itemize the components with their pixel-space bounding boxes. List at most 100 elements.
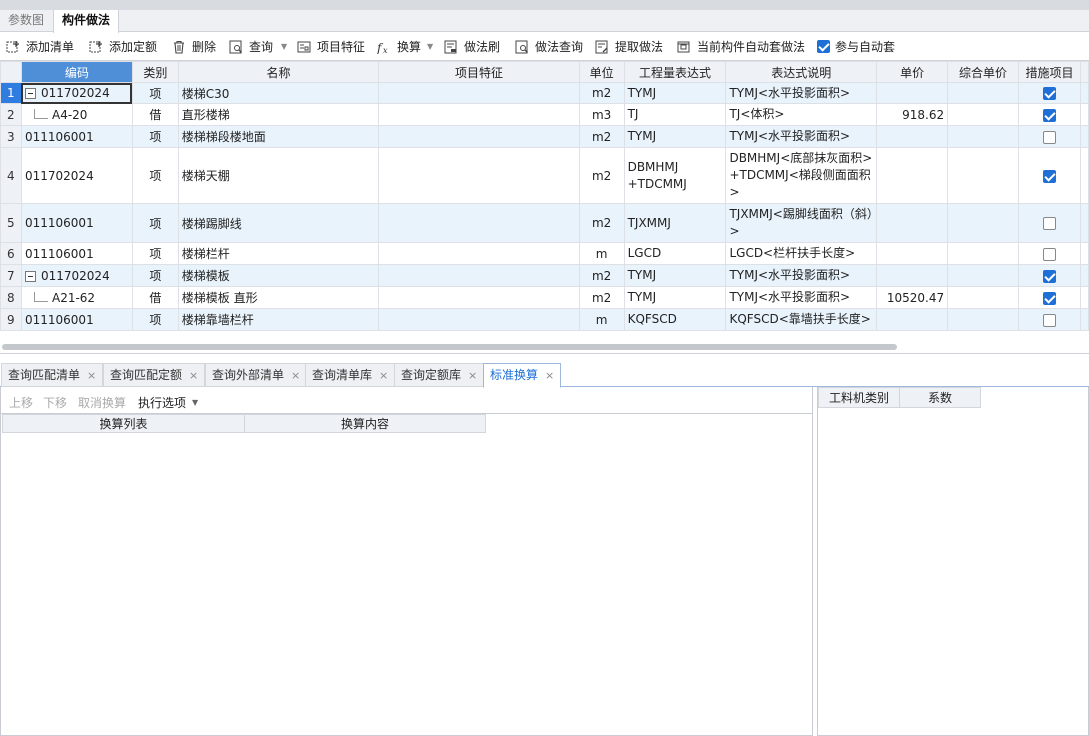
table-row[interactable]: 9 011106001 项楼梯靠墙栏杆 m KQFSCD KQFSCD<靠墙扶手长度> (0, 308, 1089, 331)
code-cell[interactable]: A21-62 (20, 286, 133, 309)
col-header-feature[interactable]: 项目特征 (378, 61, 580, 83)
col-header-convert-list[interactable]: 换算列表 (2, 414, 245, 433)
unit-cell[interactable]: m (578, 242, 625, 265)
close-icon[interactable]: × (87, 369, 96, 382)
col-header-unit[interactable]: 单位 (578, 61, 625, 83)
row-number[interactable]: 2 (0, 103, 22, 126)
expr-cell[interactable]: TJXMMJ (623, 203, 727, 243)
total-price-cell[interactable] (947, 82, 1019, 104)
code-cell[interactable]: 011702024 (20, 147, 133, 204)
unit-cell[interactable]: m2 (578, 147, 625, 204)
name-cell[interactable]: 楼梯模板 直形 (177, 286, 380, 309)
row-number[interactable]: 9 (0, 308, 22, 331)
measure-checkbox[interactable] (1042, 217, 1056, 230)
expr-cell[interactable]: DBMHMJ +TDCMMJ (623, 147, 727, 204)
measure-cell[interactable] (1018, 286, 1081, 309)
measure-checkbox[interactable] (1042, 247, 1056, 261)
row-number[interactable]: 8 (0, 286, 22, 309)
code-cell[interactable]: 011702024 (20, 82, 133, 104)
col-header-measure[interactable]: 措施项目 (1018, 61, 1081, 83)
col-header-material-category[interactable]: 工料机类别 (818, 387, 900, 408)
name-cell[interactable]: 楼梯踢脚线 (177, 203, 380, 243)
type-cell[interactable]: 项 (131, 82, 179, 104)
desc-cell[interactable]: TYMJ<水平投影面积> (725, 264, 878, 287)
type-cell[interactable]: 项 (131, 125, 179, 148)
measure-checkbox[interactable] (1042, 269, 1056, 283)
type-cell[interactable]: 借 (131, 103, 179, 126)
unit-cell[interactable]: m (578, 308, 625, 331)
table-row[interactable]: 8 A21-62 借楼梯模板 直形 m2 TYMJ TYMJ<水平投影面积> 10520.4… (0, 286, 1089, 309)
type-cell[interactable]: 项 (131, 242, 179, 265)
col-header-desc[interactable]: 表达式说明 (725, 61, 878, 83)
tab-query-external-list[interactable]: 查询外部清单 × (205, 363, 308, 387)
desc-cell[interactable]: TYMJ<水平投影面积> (725, 125, 878, 148)
price-cell[interactable] (876, 125, 949, 148)
feature-cell[interactable] (378, 82, 580, 104)
expr-cell[interactable]: TYMJ (623, 125, 727, 148)
feature-cell[interactable] (378, 125, 580, 148)
expr-cell[interactable]: KQFSCD (623, 308, 727, 331)
feature-cell[interactable] (378, 103, 580, 126)
total-price-cell[interactable] (947, 286, 1019, 309)
code-cell[interactable]: A4-20 (20, 103, 133, 126)
tab-query-quota-lib[interactable]: 查询定额库 × (394, 363, 485, 387)
table-row[interactable]: 4 011702024 项楼梯天棚 m2 DBMHMJ +TDCMMJ DBMHMJ<底部… (0, 147, 1089, 204)
name-cell[interactable]: 楼梯梯段楼地面 (177, 125, 380, 148)
participate-auto-checkbox[interactable] (817, 40, 830, 53)
type-cell[interactable]: 借 (131, 286, 179, 309)
price-cell[interactable] (876, 264, 949, 287)
name-cell[interactable]: 楼梯天棚 (177, 147, 380, 204)
total-price-cell[interactable] (947, 308, 1019, 331)
type-cell[interactable]: 项 (131, 203, 179, 243)
measure-cell[interactable] (1018, 125, 1081, 148)
feature-cell[interactable] (378, 264, 580, 287)
row-number[interactable]: 1 (0, 82, 22, 104)
tab-component-method[interactable]: 构件做法 (53, 10, 120, 33)
desc-cell[interactable]: TYMJ<水平投影面积> (725, 286, 878, 309)
measure-checkbox[interactable] (1042, 130, 1056, 144)
expr-cell[interactable]: LGCD (623, 242, 727, 265)
feature-cell[interactable] (378, 308, 580, 331)
desc-cell[interactable]: TJXMMJ<踢脚线面积（斜）> (725, 203, 878, 243)
horizontal-scrollbar[interactable] (2, 344, 897, 350)
unit-cell[interactable]: m2 (578, 203, 625, 243)
price-cell[interactable] (876, 147, 949, 204)
row-number[interactable]: 7 (0, 264, 22, 287)
unit-cell[interactable]: m2 (578, 264, 625, 287)
price-cell[interactable]: 918.62 (876, 103, 949, 126)
expr-cell[interactable]: TYMJ (623, 82, 727, 104)
move-up-button[interactable]: 上移 (9, 393, 33, 413)
measure-checkbox[interactable] (1042, 108, 1056, 122)
unit-cell[interactable]: m3 (578, 103, 625, 126)
total-price-cell[interactable] (947, 147, 1019, 204)
feature-cell[interactable] (378, 203, 580, 243)
type-cell[interactable]: 项 (131, 264, 179, 287)
type-cell[interactable]: 项 (131, 147, 179, 204)
desc-cell[interactable]: TYMJ<水平投影面积> (725, 82, 878, 104)
table-row[interactable]: 3 011106001 项楼梯梯段楼地面 m2 TYMJ TYMJ<水平投影面积> (0, 125, 1089, 148)
measure-checkbox[interactable] (1042, 87, 1056, 100)
type-cell[interactable]: 项 (131, 308, 179, 331)
measure-cell[interactable] (1018, 203, 1081, 243)
collapse-icon[interactable] (24, 88, 36, 99)
unit-cell[interactable]: m2 (578, 286, 625, 309)
name-cell[interactable]: 楼梯栏杆 (177, 242, 380, 265)
price-cell[interactable] (876, 203, 949, 243)
price-cell[interactable]: 10520.47 (876, 286, 949, 309)
unit-cell[interactable]: m2 (578, 125, 625, 148)
total-price-cell[interactable] (947, 125, 1019, 148)
name-cell[interactable]: 楼梯模板 (177, 264, 380, 287)
tab-query-list-lib[interactable]: 查询清单库 × (305, 363, 396, 387)
col-header-expr[interactable]: 工程量表达式 (623, 61, 727, 83)
col-header-code[interactable]: 编码 (20, 61, 133, 83)
tab-query-match-quota[interactable]: 查询匹配定额 × (103, 363, 206, 387)
table-row[interactable]: 2 A4-20 借直形楼梯 m3 TJ TJ<体积> 918.62 (0, 103, 1089, 126)
measure-cell[interactable] (1018, 264, 1081, 287)
col-header-name[interactable]: 名称 (177, 61, 380, 83)
total-price-cell[interactable] (947, 203, 1019, 243)
table-row[interactable]: 6 011106001 项楼梯栏杆 m LGCD LGCD<栏杆扶手长度> (0, 242, 1089, 265)
measure-checkbox[interactable] (1042, 313, 1056, 327)
col-header-total[interactable]: 综合单价 (947, 61, 1019, 83)
col-header-coefficient[interactable]: 系数 (899, 387, 981, 408)
total-price-cell[interactable] (947, 103, 1019, 126)
